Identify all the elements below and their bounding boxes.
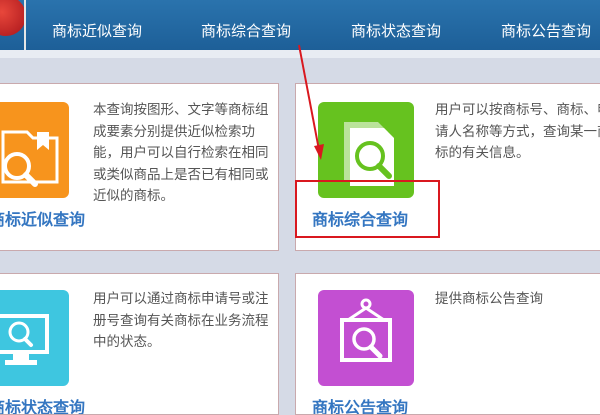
nav-item-similar-search[interactable]: 商标近似查询 — [52, 0, 142, 50]
top-nav-bar: 商标近似查询 商标综合查询 商标状态查询 商标公告查询 — [0, 0, 600, 50]
card-announcement-search[interactable]: 商标公告查询 提供商标公告查询 — [295, 273, 600, 415]
card-similar-search[interactable]: 商标近似查询 本查询按图形、文字等商标组成要素分别提供近似检索功能，用户可以自行… — [0, 83, 279, 251]
monitor-search-icon — [0, 290, 69, 386]
card-description: 用户可以通过商标申请号或注册号查询有关商标在业务流程中的状态。 — [93, 291, 269, 350]
card-comprehensive-search[interactable]: 商标综合查询 用户可以按商标号、商标、申请人名称等方式，查询某一商标的有关信息。 — [295, 83, 600, 251]
card-description: 本查询按图形、文字等商标组成要素分别提供近似检索功能，用户可以自行检索在相同或类… — [93, 102, 269, 204]
card-status-search[interactable]: 商标状态查询 用户可以通过商标申请号或注册号查询有关商标在业务流程中的状态。 — [0, 273, 279, 415]
bulletin-search-icon — [318, 290, 414, 386]
nav-item-status-search[interactable]: 商标状态查询 — [351, 0, 441, 50]
card-title[interactable]: 商标公告查询 — [312, 394, 408, 414]
nav-item-comprehensive-search[interactable]: 商标综合查询 — [201, 0, 291, 50]
card-title[interactable]: 商标综合查询 — [312, 206, 408, 230]
document-search-icon — [318, 102, 414, 198]
site-logo-icon — [0, 0, 26, 36]
nav-divider — [0, 50, 600, 58]
folder-search-icon — [0, 102, 69, 198]
nav-separator — [24, 0, 26, 50]
card-title[interactable]: 商标近似查询 — [0, 206, 85, 230]
card-title[interactable]: 商标状态查询 — [0, 394, 85, 414]
card-description: 提供商标公告查询 — [435, 291, 543, 307]
card-description: 用户可以按商标号、商标、申请人名称等方式，查询某一商标的有关信息。 — [435, 102, 600, 161]
nav-item-announcement-search[interactable]: 商标公告查询 — [501, 0, 591, 50]
